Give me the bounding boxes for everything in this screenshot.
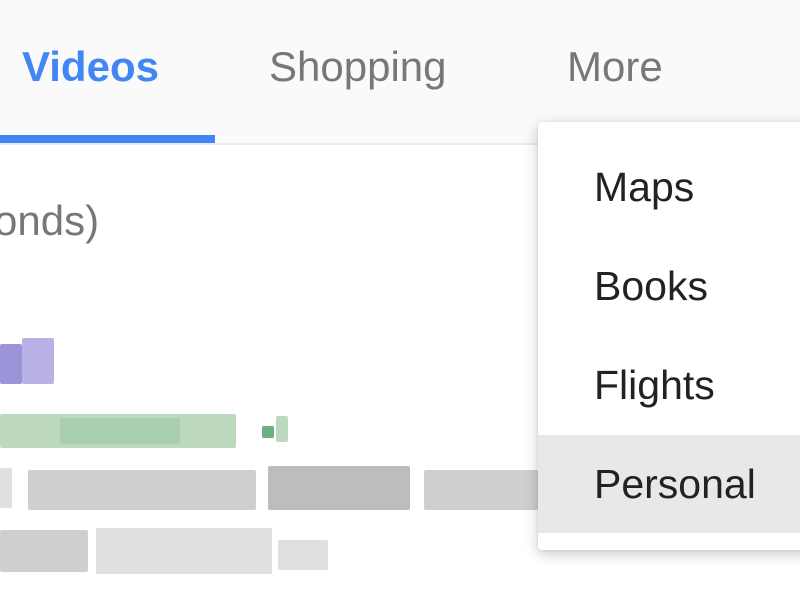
menu-item-label: Flights	[594, 362, 715, 408]
result-title-blurred-part	[22, 338, 54, 384]
more-dropdown-menu: Maps Books Flights Personal	[538, 122, 800, 550]
result-snippet-blurred	[96, 528, 272, 574]
result-url-blurred-part	[60, 418, 180, 444]
result-snippet-blurred	[268, 466, 410, 510]
active-tab-indicator	[0, 135, 215, 143]
search-results-page: Videos Shopping More onds) Maps Books Fl…	[0, 0, 800, 600]
menu-item-label: Personal	[594, 461, 756, 507]
result-snippet-blurred	[0, 468, 12, 508]
result-snippet-blurred	[28, 470, 256, 510]
result-snippet-blurred	[424, 470, 538, 510]
result-snippet-blurred	[0, 530, 88, 572]
menu-item-flights[interactable]: Flights	[538, 336, 800, 434]
result-title-blurred[interactable]	[0, 344, 22, 384]
menu-item-label: Books	[594, 263, 708, 309]
menu-item-books[interactable]: Books	[538, 237, 800, 335]
result-url-dropdown-icon[interactable]	[262, 426, 274, 438]
tab-more[interactable]: More	[567, 42, 663, 92]
menu-item-label: Maps	[594, 164, 695, 210]
tab-videos[interactable]: Videos	[22, 42, 159, 92]
result-url-blurred-tail	[276, 416, 288, 442]
tab-shopping[interactable]: Shopping	[269, 42, 447, 92]
result-snippet-blurred	[278, 540, 328, 570]
menu-item-personal[interactable]: Personal	[538, 435, 800, 533]
menu-item-maps[interactable]: Maps	[538, 138, 800, 236]
result-stats: onds)	[0, 197, 100, 244]
